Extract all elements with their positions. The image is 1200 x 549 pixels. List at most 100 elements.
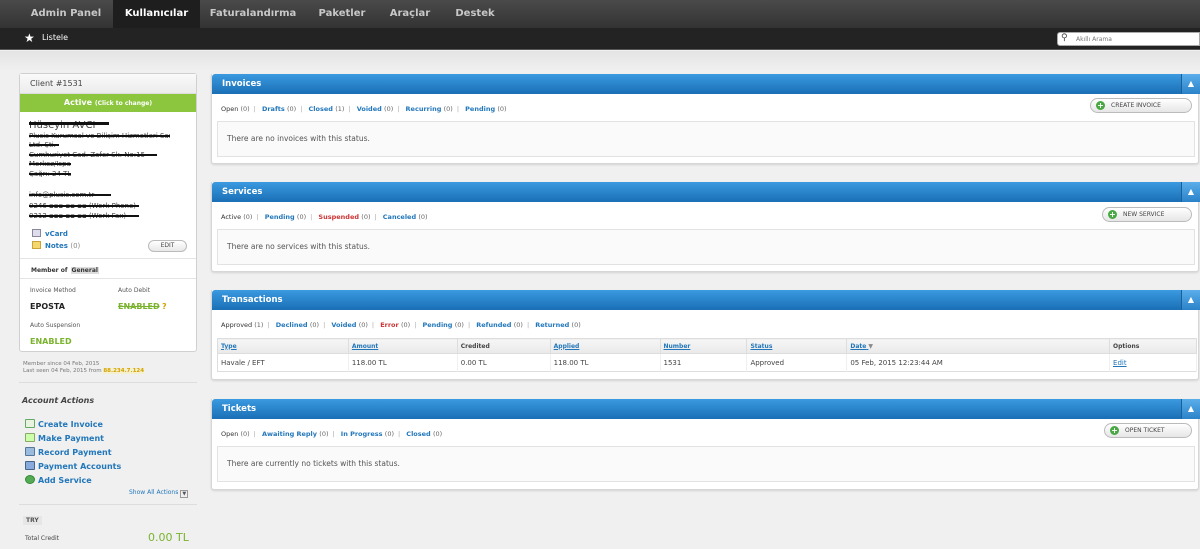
total-credit-label: Total Credit — [25, 535, 59, 542]
client-summary-card: Client #1531 Active (Click to change) Hü… — [19, 73, 197, 352]
filter-open[interactable]: Open (0) — [221, 430, 250, 438]
payment-accounts-action[interactable]: Payment Accounts — [25, 461, 121, 471]
nav-araclar[interactable]: Araçlar — [378, 0, 442, 28]
plus-icon: + — [1096, 101, 1105, 110]
collapse-icon[interactable]: ▲ — [1181, 74, 1200, 94]
tickets-empty: There are currently no tickets with this… — [217, 446, 1195, 482]
client-company-redacted: Plusis Kurumsal ve Bilişim Hizmetleri Sa… — [29, 132, 170, 139]
invoices-panel: Invoices ▲ Open (0) | Drafts (0) | Closed … — [211, 74, 1200, 164]
search-icon[interactable]: ⚲ — [1061, 33, 1068, 43]
nav-destek[interactable]: Destek — [442, 0, 508, 28]
sub-nav: ★ Listele ⚲ — [0, 28, 1200, 50]
star-icon: ★ — [24, 31, 35, 45]
filter-voided[interactable]: Voided (0) — [357, 105, 394, 113]
filter-awaiting-reply[interactable]: Awaiting Reply (0) — [262, 430, 329, 438]
filter-closed[interactable]: Closed (0) — [406, 430, 442, 438]
filter-open[interactable]: Open (0) — [221, 105, 250, 113]
record-payment-action[interactable]: Record Payment — [25, 447, 112, 457]
chevron-down-icon[interactable]: ▼ — [180, 490, 189, 498]
cell-applied: 118.00 TL — [550, 353, 661, 372]
nav-kullanicilar[interactable]: Kullanıcılar — [113, 0, 200, 28]
sort-desc-icon: ▼ — [868, 342, 874, 350]
client-company2-redacted: Ltd. Şti. — [29, 141, 59, 148]
filter-approved[interactable]: Approved (1) — [221, 321, 263, 329]
top-nav: Admin Panel Kullanıcılar Faturalandırma … — [0, 0, 1200, 28]
client-phone-redacted: 0246 ▪▪▪ ▪▪ ▪▪ (Work Phone) — [29, 202, 139, 209]
client-status: Active — [63, 98, 93, 107]
panel-title: Invoices — [222, 79, 262, 89]
edit-client-button[interactable]: EDIT — [148, 240, 187, 252]
filter-refunded[interactable]: Refunded (0) — [476, 321, 523, 329]
member-since-info: Member since 04 Feb, 2015 Last seen 04 F… — [23, 361, 145, 375]
filter-voided[interactable]: Voided (0) — [331, 321, 368, 329]
filter-pending[interactable]: Pending (0) — [465, 105, 506, 113]
nav-faturalandirma[interactable]: Faturalandırma — [200, 0, 306, 28]
col-credited: Credited — [457, 338, 551, 354]
col-date[interactable]: Date ▼ — [846, 338, 1111, 354]
nav-paketler[interactable]: Paketler — [306, 0, 378, 28]
collapse-icon[interactable]: ▲ — [1181, 182, 1200, 202]
filter-declined[interactable]: Declined (0) — [276, 321, 319, 329]
col-status[interactable]: Status — [746, 338, 848, 354]
filter-canceled[interactable]: Canceled (0) — [383, 213, 428, 221]
services-panel: Services ▲ Active (0) | Pending (0) | Susp… — [211, 182, 1200, 272]
empty-message: There are currently no tickets with this… — [227, 459, 400, 468]
create-invoice-button[interactable]: + CREATE INVOICE — [1090, 98, 1192, 113]
ticket-filters: Open (0) | Awaiting Reply (0) | In Progres… — [221, 430, 443, 438]
search-input[interactable] — [1076, 34, 1196, 44]
collapse-icon[interactable]: ▲ — [1181, 399, 1200, 419]
invoice-filters: Open (0) | Drafts (0) | Closed (1) | Voided… — [221, 105, 507, 113]
header-band — [0, 51, 1200, 71]
collapse-icon[interactable]: ▲ — [1181, 290, 1200, 310]
new-service-button[interactable]: + NEW SERVICE — [1102, 207, 1192, 222]
cell-options: Edit — [1109, 353, 1197, 372]
client-address-redacted: Cumhuriyet Cad. Zafer Sk. No:15 — [29, 151, 157, 158]
cell-status: Approved — [746, 353, 848, 372]
record-icon — [25, 447, 35, 456]
filter-recurring[interactable]: Recurring (0) — [406, 105, 453, 113]
cell-credited: 0.00 TL — [457, 353, 551, 372]
col-number[interactable]: Number — [660, 338, 748, 354]
panel-title: Tickets — [222, 404, 257, 414]
open-ticket-button[interactable]: + OPEN TICKET — [1104, 423, 1192, 438]
empty-message: There are no services with this status. — [227, 242, 371, 251]
last-ip: 88.234.7.124 — [103, 368, 145, 374]
auto-debit-help-icon[interactable]: ? — [162, 302, 167, 311]
panel-title: Services — [222, 187, 263, 197]
notes-link[interactable]: Notes (0) — [32, 241, 80, 250]
member-since: Member since 04 Feb, 2015 — [23, 361, 100, 367]
create-invoice-action[interactable]: Create Invoice — [25, 419, 103, 429]
smart-search[interactable]: ⚲ — [1057, 32, 1200, 46]
vcard-link[interactable]: vCard — [32, 229, 68, 238]
edit-transaction-link[interactable]: Edit — [1113, 359, 1127, 367]
cell-date: 05 Feb, 2015 12:23:44 AM — [846, 353, 1111, 372]
table-header-row: Type Amount Credited Applied Number Stat… — [217, 338, 1197, 354]
listele-link[interactable]: Listele — [42, 33, 68, 42]
filter-closed[interactable]: Closed (1) — [309, 105, 345, 113]
divider — [19, 504, 197, 505]
add-service-action[interactable]: Add Service — [25, 475, 92, 485]
col-applied[interactable]: Applied — [550, 338, 661, 354]
filter-pending[interactable]: Pending (0) — [423, 321, 464, 329]
divider — [20, 258, 196, 259]
make-payment-action[interactable]: Make Payment — [25, 433, 104, 443]
filter-drafts[interactable]: Drafts (0) — [262, 105, 296, 113]
total-credit-value: 0.00 TL — [148, 531, 189, 544]
tickets-panel: Tickets ▲ Open (0) | Awaiting Reply (0) | … — [211, 399, 1200, 490]
col-amount[interactable]: Amount — [348, 338, 458, 354]
filter-error[interactable]: Error (0) — [380, 321, 410, 329]
col-type[interactable]: Type — [217, 338, 349, 354]
filter-active[interactable]: Active (0) — [221, 213, 252, 221]
currency-label: TRY — [23, 516, 42, 525]
filter-returned[interactable]: Returned (0) — [535, 321, 581, 329]
transactions-panel: Transactions ▲ Approved (1) | Declined (0… — [211, 290, 1200, 380]
client-city-redacted: Merkez/Isparta — [29, 160, 71, 167]
filter-pending[interactable]: Pending (0) — [265, 213, 306, 221]
last-seen: Last seen 04 Feb, 2015 from 88.234.7.124 — [23, 368, 145, 374]
filter-in-progress[interactable]: In Progress (0) — [341, 430, 394, 438]
panel-title: Transactions — [222, 295, 283, 305]
client-status-toggle[interactable]: Active (Click to change) — [20, 94, 196, 112]
show-all-actions[interactable]: Show All Actions ▼ — [129, 489, 189, 498]
filter-suspended[interactable]: Suspended (0) — [318, 213, 370, 221]
divider — [19, 382, 197, 383]
